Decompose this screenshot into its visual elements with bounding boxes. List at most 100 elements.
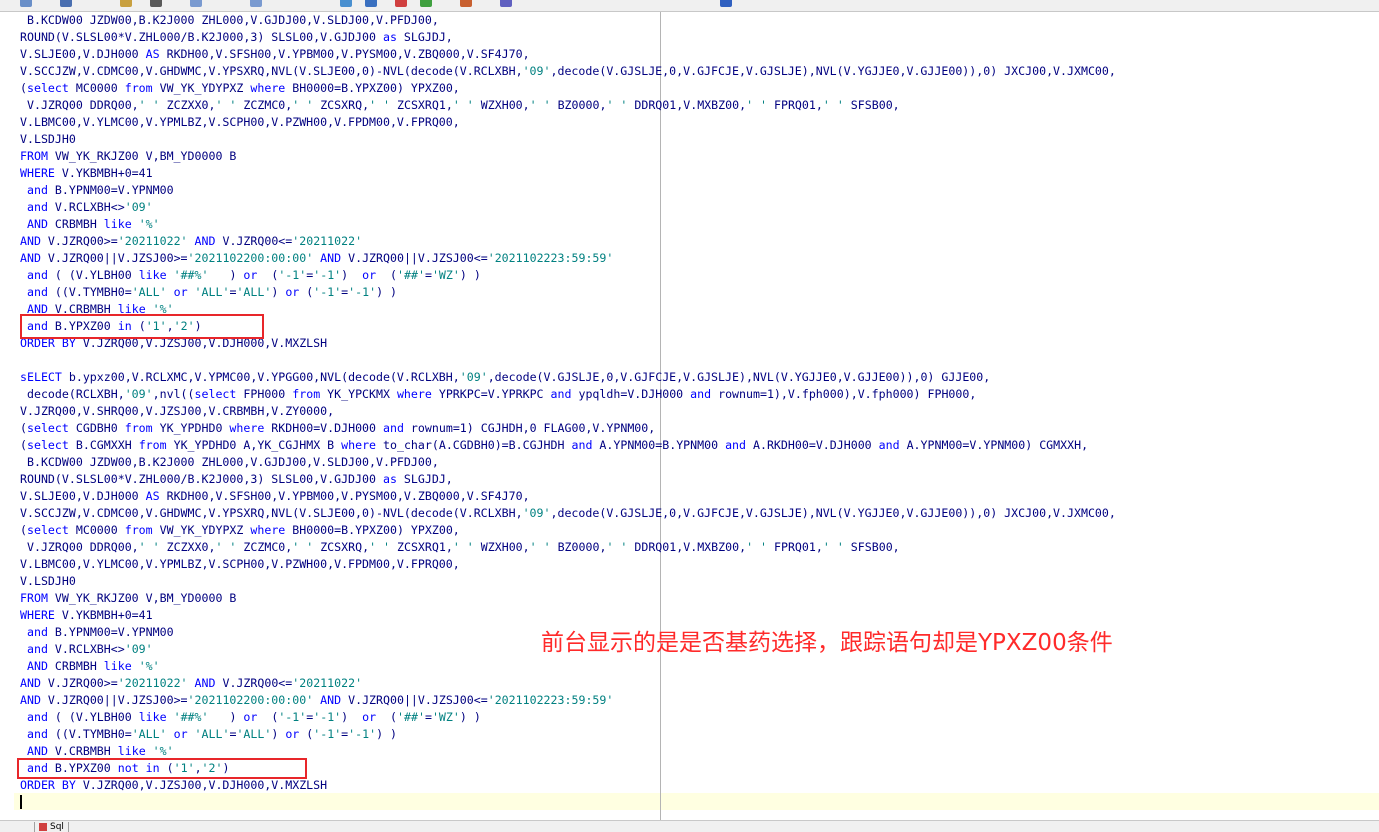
- sql-string: '-1': [278, 268, 307, 282]
- sql-icon: [39, 822, 47, 831]
- sql-text: V.LSDJH0: [20, 132, 76, 146]
- sql-text: V.SLJE00,V.DJH000: [20, 489, 146, 503]
- statusbar: Sql: [0, 820, 1379, 832]
- sql-keyword: AND: [20, 676, 41, 690]
- sql-text: B.KCDW00 JZDW00,B.K2J000 ZHL000,V.GJDJ00…: [20, 13, 439, 27]
- sql-text: BH0000=B.YPXZ00) YPXZ00,: [285, 523, 460, 537]
- sql-keyword: where: [341, 438, 377, 452]
- sql-string: '-1': [348, 285, 377, 299]
- sql-text: rownum=1),V.fph000),V.fph000) FPH000,: [711, 387, 977, 401]
- sql-string: '09': [522, 506, 551, 520]
- sql-keyword: select: [26, 81, 69, 95]
- rollback-icon[interactable]: [460, 0, 472, 7]
- sql-string: ' ': [529, 98, 551, 112]
- execute-icon[interactable]: [365, 0, 377, 7]
- code-line: V.SCCJZW,V.CDMC00,V.GHDWMC,V.YPSXRQ,NVL(…: [20, 505, 1116, 522]
- stop-icon[interactable]: [395, 0, 407, 7]
- sql-keyword: WHERE: [20, 166, 55, 180]
- code-line: V.LBMC00,V.YLMC00,V.YPMLBZ,V.SCPH00,V.PZ…: [20, 114, 1116, 131]
- code-line: V.SLJE00,V.DJH000 AS RKDH00,V.SFSH00,V.Y…: [20, 46, 1116, 63]
- sql-keyword: from: [124, 421, 153, 435]
- sql-keyword: and: [26, 183, 48, 197]
- sql-string: 'ALL': [236, 285, 272, 299]
- paste-icon[interactable]: [120, 0, 132, 7]
- commit-icon[interactable]: [420, 0, 432, 7]
- sql-text: V.JZRQ00||V.JZSJ00<=: [341, 693, 488, 707]
- sql-keyword: or: [285, 285, 300, 299]
- sql-text: ): [271, 727, 286, 741]
- sql-text: BH0000=B.YPXZ00) YPXZ00,: [285, 81, 460, 95]
- code-line: FROM VW_YK_RKJZ00 V,BM_YD0000 B: [20, 590, 1116, 607]
- sql-text: VW_YK_RKJZ00 V,BM_YD0000 B: [47, 591, 237, 605]
- code-line: WHERE V.YKBMBH+0=41: [20, 165, 1116, 182]
- sql-keyword: and: [26, 625, 48, 639]
- sql-text: BZ0000,: [550, 98, 607, 112]
- sql-code[interactable]: B.KCDW00 JZDW00,B.K2J000 ZHL000,V.GJDJ00…: [20, 12, 1116, 794]
- sql-text: RKDH00=V.DJH000: [264, 421, 383, 435]
- code-line: ROUND(V.SLSL00*V.ZHL000/B.K2J000,3) SLSL…: [20, 471, 1116, 488]
- find-icon[interactable]: [340, 0, 352, 7]
- sql-keyword: or: [173, 285, 188, 299]
- sql-string: 'WZ': [431, 268, 460, 282]
- sql-string: '-1': [348, 727, 377, 741]
- sql-keyword: AND: [194, 676, 216, 690]
- sql-keyword: AND: [320, 693, 342, 707]
- print-icon[interactable]: [150, 0, 162, 7]
- sql-text: A.YPNM00=V.YPNM00) CGMXXH,: [899, 438, 1089, 452]
- text-caret: [20, 795, 22, 809]
- sql-text: V.RCLXBH<>: [47, 642, 125, 656]
- sql-string: ' ': [452, 540, 474, 554]
- sql-keyword: FROM: [20, 591, 48, 605]
- code-line: AND CRBMBH like '%': [20, 658, 1116, 675]
- sql-keyword: AND: [320, 251, 342, 265]
- sql-keyword: and: [725, 438, 747, 452]
- copy-icon[interactable]: [60, 0, 72, 7]
- sql-text: ZCZMC0,: [236, 540, 293, 554]
- redo-icon[interactable]: [250, 0, 262, 7]
- sql-text: (: [20, 421, 27, 435]
- sql-keyword: select: [26, 438, 69, 452]
- sql-keyword: from: [138, 438, 167, 452]
- sql-text: ((V.TYMBH0=: [47, 727, 132, 741]
- code-line: V.JZRQ00,V.SHRQ00,V.JZSJ00,V.CRBMBH,V.ZY…: [20, 403, 1116, 420]
- code-line: AND CRBMBH like '%': [20, 216, 1116, 233]
- sql-text: ): [341, 710, 363, 724]
- sql-keyword: AND: [20, 693, 41, 707]
- sql-keyword: and: [550, 387, 572, 401]
- sql-keyword: AS: [145, 489, 160, 503]
- sql-keyword: or: [285, 727, 300, 741]
- sql-text: ( (V.YLBH00: [47, 268, 139, 282]
- sql-keyword: and: [26, 727, 48, 741]
- sql-text: RKDH00,V.SFSH00,V.YPBM00,V.PYSM00,V.ZBQ0…: [159, 489, 530, 503]
- sql-text: MC0000: [68, 81, 125, 95]
- sql-string: 'ALL': [236, 727, 272, 741]
- sql-string: '%': [138, 217, 160, 231]
- save-icon[interactable]: [20, 0, 32, 7]
- sql-keyword: and: [383, 421, 404, 435]
- sql-text: B.CGMXXH: [68, 438, 139, 452]
- sql-text: YPRKPC=V.YPRKPC: [431, 387, 551, 401]
- sql-editor[interactable]: B.KCDW00 JZDW00,B.K2J000 ZHL000,V.GJDJ00…: [0, 12, 1379, 820]
- toolbar: [0, 0, 1379, 12]
- sql-text: FPRQ01,: [767, 540, 823, 554]
- sql-text: CGDBH0: [68, 421, 125, 435]
- sql-text: V.LBMC00,V.YLMC00,V.YPMLBZ,V.SCPH00,V.PZ…: [20, 115, 460, 129]
- sql-text: ZCSXRQ,: [313, 540, 370, 554]
- code-line: WHERE V.YKBMBH+0=41: [20, 607, 1116, 624]
- sql-text: CRBMBH: [47, 659, 104, 673]
- sql-text: (: [376, 268, 398, 282]
- sql-text: ZCZXX0,: [159, 98, 216, 112]
- sql-keyword: from: [124, 523, 153, 537]
- undo-icon[interactable]: [190, 0, 202, 7]
- explain-icon[interactable]: [500, 0, 512, 7]
- sql-text: B.YPNM00=V.YPNM00: [47, 183, 174, 197]
- sql-string: ' ': [822, 540, 844, 554]
- sql-keyword: AND: [26, 217, 48, 231]
- sql-string: '20211022': [117, 676, 188, 690]
- help-icon[interactable]: [720, 0, 732, 7]
